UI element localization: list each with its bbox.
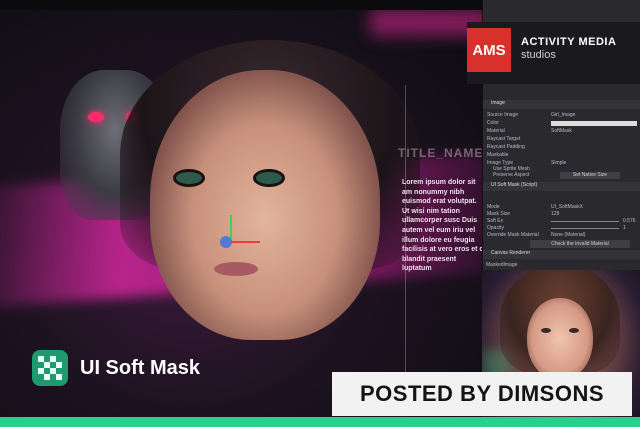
image-section-header[interactable]: Image [483,100,640,109]
color-field[interactable] [551,121,637,126]
product-branding: UI Soft Mask [32,350,200,386]
image-type-dropdown[interactable]: Simple [551,160,566,166]
row-label: Preserve Aspect [493,172,530,178]
row-label: Source Image [487,112,519,118]
row-preserve-aspect: Preserve Aspect [493,172,529,179]
row-label: Mask Size [487,211,511,217]
opacity-value[interactable]: 1 [623,225,626,231]
preview-eye-left [541,328,551,333]
row-color: Color [487,120,637,127]
scene-lorem-text: Lorem ipsum dolor sit am nonummy nibh eu… [402,179,482,273]
row-label: Opacity [487,225,504,231]
row-override-mask-material: Override Mask Material None (Material) [487,232,585,239]
row-label: Raycast Padding [487,144,525,150]
row-label: Mode [487,204,500,210]
scene-title-text: TITLE_NAME [398,146,482,160]
girl-face [150,70,380,340]
transform-gizmo-center[interactable] [220,236,232,248]
row-material: Material SoftMask [487,128,572,135]
row-raycast-padding: Raycast Padding [487,144,525,151]
brand-subtitle: studios [521,49,556,61]
row-source-image: Source Image Girl_Image [487,112,575,119]
row-label: Maskable [487,152,509,158]
opacity-slider[interactable] [551,228,619,229]
row-label: Color [487,120,499,126]
robot-eye-left [88,112,104,122]
set-native-size-button[interactable]: Set Native Size [560,172,620,179]
girl-eye-right [256,172,282,184]
mode-dropdown[interactable]: UI_SoftMaskX [551,204,583,210]
row-maskable: Maskable [487,152,508,159]
girl-lips [214,262,258,276]
banner-text: POSTED BY DIMSONS [359,381,605,406]
soft-mask-section-header[interactable]: UI Soft Mask (Script) [483,182,640,191]
soft-mask-logo-icon [32,350,68,386]
soft-ex-value[interactable]: 0.576 [623,218,636,224]
girl-eye-left [176,172,202,184]
posted-by-banner: POSTED BY DIMSONS [332,372,632,416]
override-material-field[interactable]: None (Material) [551,232,585,238]
row-mask-size: Mask Size 128 [487,211,559,218]
top-magenta-glow [370,8,482,36]
row-label: Material [487,128,505,134]
preview-eye-right [569,328,579,333]
canvas-renderer-header[interactable]: Canvas Renderer [483,250,640,259]
soft-ex-slider[interactable] [551,221,619,222]
row-mode: Mode UI_SoftMaskX [487,204,583,211]
canvas-renderer-label: Canvas Renderer [491,250,531,256]
row-opacity: Opacity 1 [487,225,626,232]
source-image-field[interactable]: Girl_Image [551,112,575,118]
transform-gizmo-x-axis[interactable] [232,241,260,243]
row-label: Soft Ex [487,218,504,224]
image-section-label: Image [491,100,505,106]
row-soft-ex: Soft Ex 0.576 [487,218,636,225]
row-raycast-target: Raycast Target [487,136,520,143]
check-invalid-material-button[interactable]: Check the Invalid Material [530,240,630,248]
brand-name: ACTIVITY MEDIA [521,36,617,48]
soft-mask-section-label: UI Soft Mask (Script) [491,182,538,188]
preview-face [527,298,593,380]
accent-bottom-bar [0,417,640,427]
row-label: Override Mask Material [487,232,539,238]
product-title: UI Soft Mask [80,356,201,379]
preview-label: MaskedImage [486,262,518,268]
material-field[interactable]: SoftMask [551,128,572,134]
ams-logo-badge: AMS [467,28,511,72]
mask-size-field[interactable]: 128 [551,211,559,217]
row-label: Raycast Target [487,136,521,142]
